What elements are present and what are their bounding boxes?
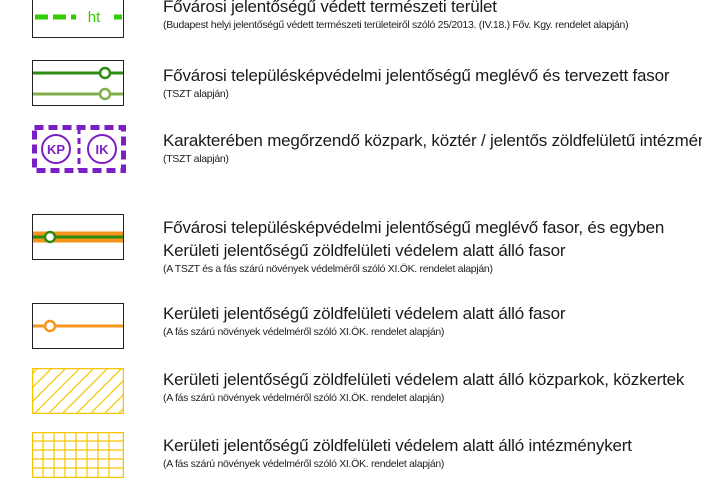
legend-item-capital-tree-row: Fővárosi településképvédelmi jelentőségű… [163, 64, 670, 101]
legend-item-combined-tree-row: Fővárosi településképvédelmi jelentőségű… [163, 216, 664, 276]
institutional-garden-grid-icon [32, 432, 124, 478]
protected-nature-area-icon: ht [32, 0, 124, 38]
ik-label: IK [96, 142, 110, 157]
legend-item-district-tree-row: Kerületi jelentőségű zöldfelületi védele… [163, 302, 566, 339]
legend-note: (A fás szárú növények védelméről szóló X… [163, 392, 445, 404]
kp-label: KP [47, 142, 65, 157]
legend-title-line-2: Kerületi jelentőségű zöldfelületi védele… [163, 241, 566, 260]
legend-title: Kerületi jelentőségű zöldfelületi védele… [163, 304, 566, 323]
legend-item-institutional-garden: Kerületi jelentőségű zöldfelületi védele… [163, 434, 632, 471]
legend-note: (TSZT alapján) [163, 153, 229, 165]
legend-note: (TSZT alapján) [163, 88, 229, 100]
legend-title: Kerületi jelentőségű zöldfelületi védele… [163, 370, 685, 389]
legend-note: (Budapest helyi jelentőségű védett termé… [163, 19, 629, 31]
legend-title: Fővárosi jelentőségű védett természeti t… [163, 0, 497, 16]
legend-note: (A TSZT és a fás szárú növények védelmér… [163, 263, 493, 275]
legend-item-central-park: Karakterében megőrzendő közpark, köztér … [163, 129, 702, 166]
legend-item-district-parks: Kerületi jelentőségű zöldfelületi védele… [163, 368, 684, 405]
legend-note: (A fás szárú növények védelméről szóló X… [163, 458, 445, 470]
protected-nature-area-symbol-label: ht [88, 9, 101, 26]
legend-title: Karakterében megőrzendő közpark, köztér … [163, 131, 702, 150]
legend-title-line-1: Fővárosi településképvédelmi jelentőségű… [163, 218, 665, 237]
legend-item-protected-nature-area: Fővárosi jelentőségű védett természeti t… [163, 0, 629, 32]
legend-note: (A fás szárú növények védelméről szóló X… [163, 326, 445, 338]
district-tree-row-icon [32, 303, 124, 349]
map-legend: ht Fővárosi jelentőségű védett természet… [0, 0, 702, 492]
combined-tree-row-icon [32, 214, 124, 260]
central-park-institutional-green-icon: KP IK [32, 125, 126, 173]
district-park-hatch-icon [32, 368, 124, 414]
legend-title: Kerületi jelentőségű zöldfelületi védele… [163, 436, 632, 455]
capital-tree-row-icon [32, 60, 124, 106]
legend-title: Fővárosi településképvédelmi jelentőségű… [163, 66, 670, 85]
